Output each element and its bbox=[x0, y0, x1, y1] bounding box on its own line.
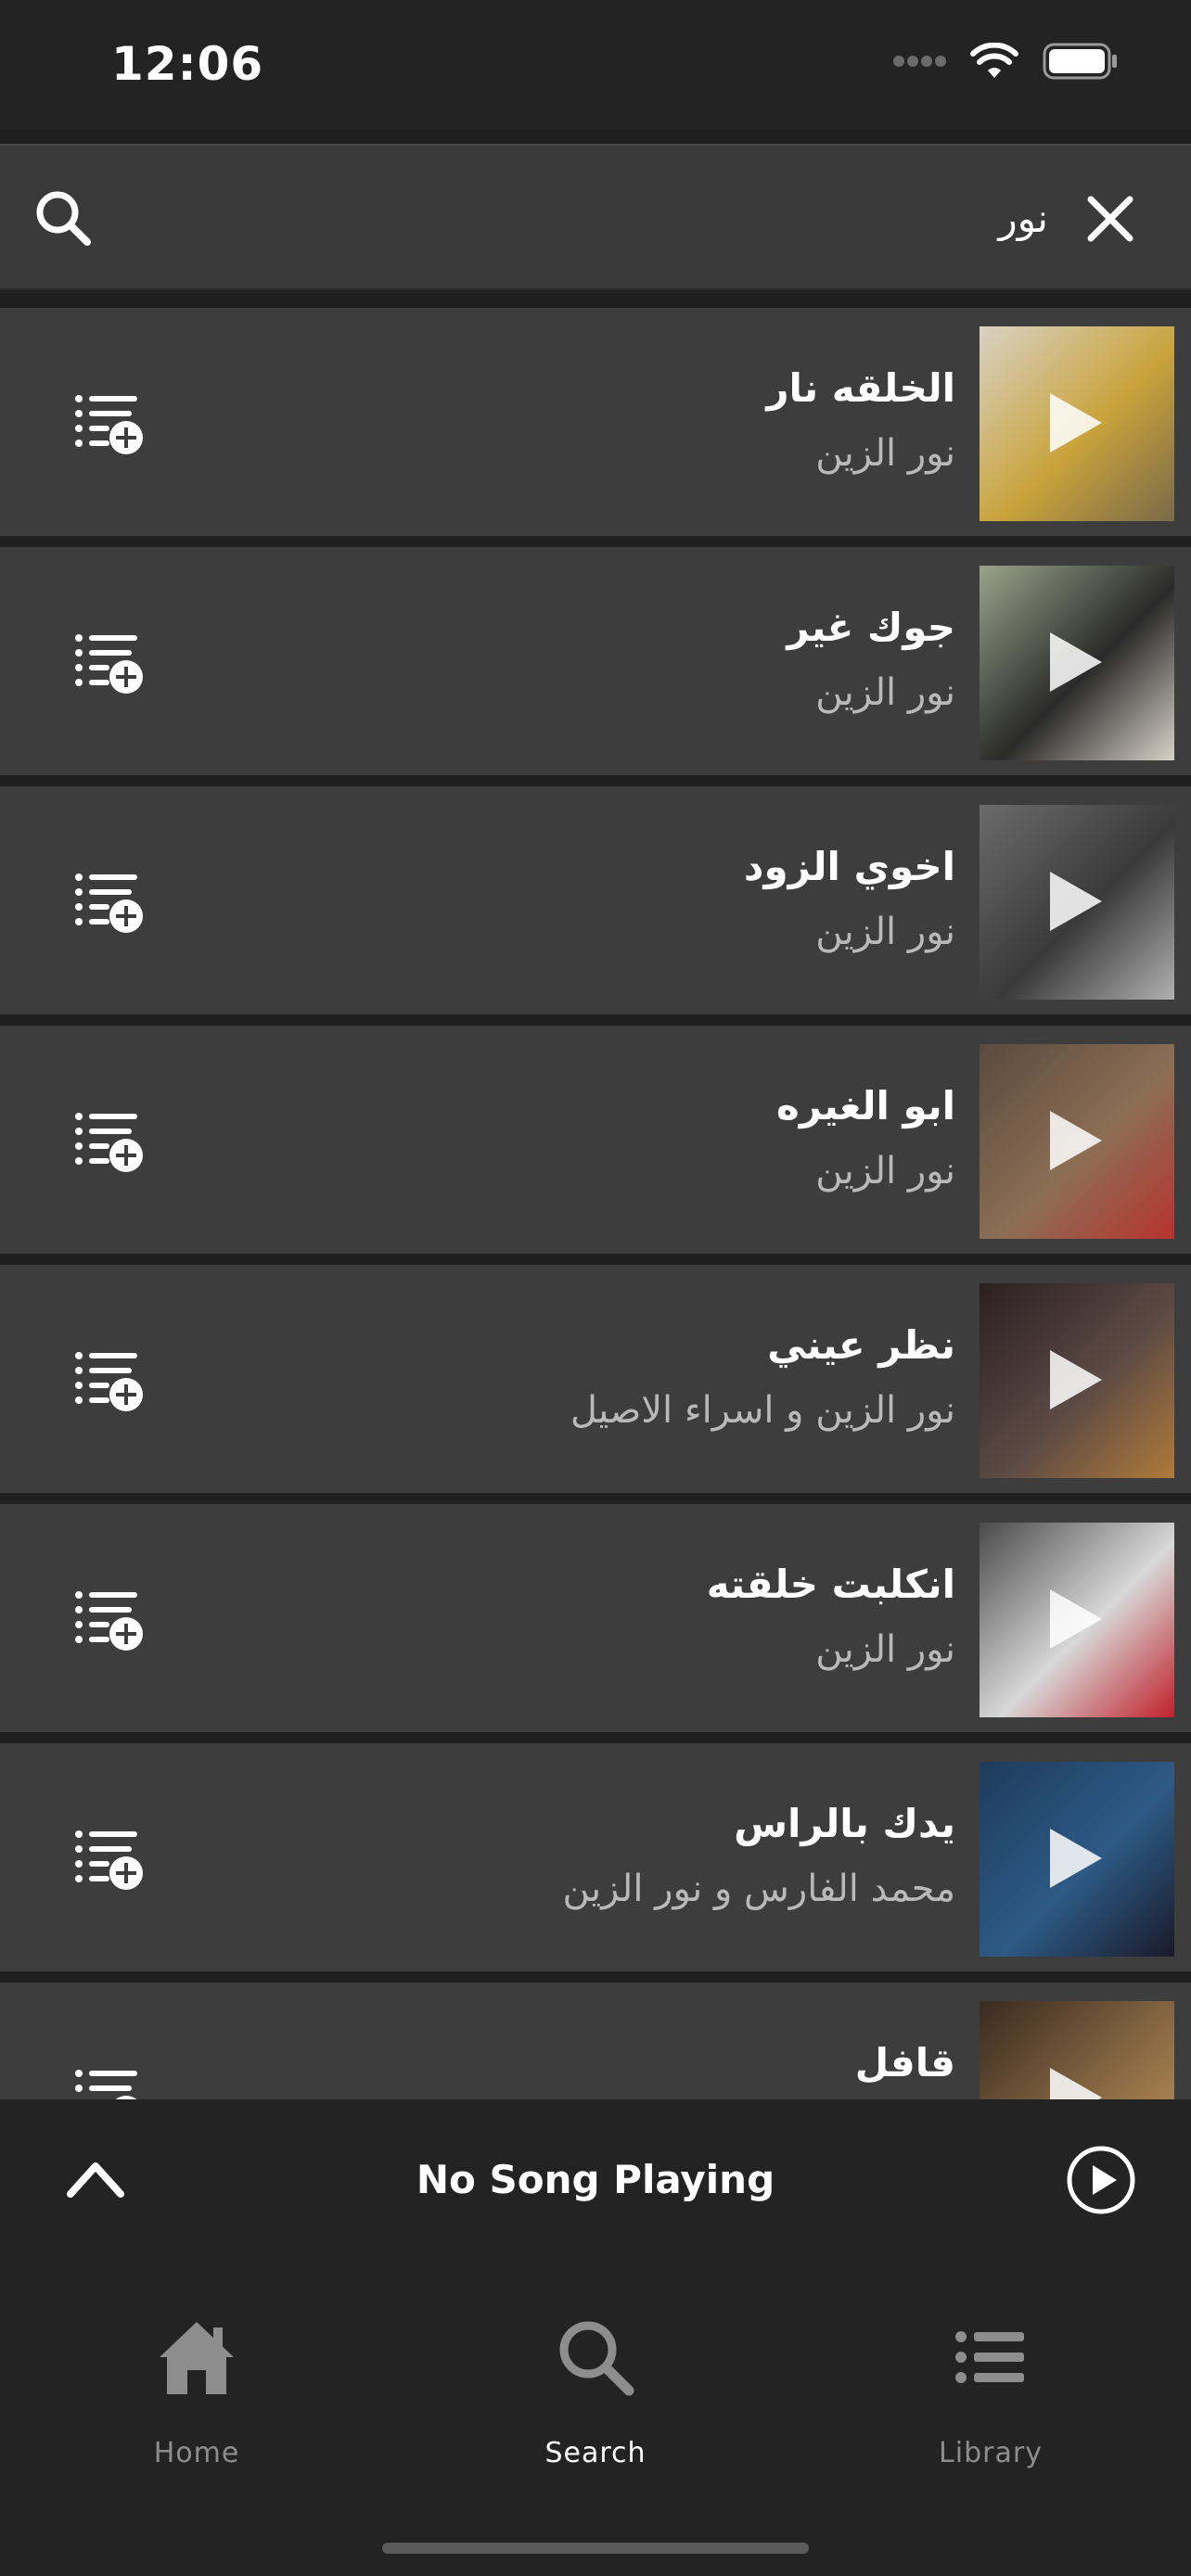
song-thumbnail[interactable] bbox=[980, 326, 1174, 521]
home-indicator bbox=[382, 2543, 809, 2554]
song-thumbnail[interactable] bbox=[980, 1523, 1174, 1717]
battery-icon bbox=[1043, 43, 1117, 80]
song-row[interactable]: نظر عيني نور الزين و اسراء الاصيل bbox=[0, 1265, 1191, 1493]
song-artist: نور الزين و اسراء الاصيل bbox=[570, 1389, 955, 1432]
play-circle-icon[interactable] bbox=[1065, 2144, 1137, 2216]
tab-bar: Home Search Library bbox=[0, 2266, 1191, 2576]
play-icon bbox=[1050, 1589, 1102, 1649]
song-row[interactable]: قافل bbox=[0, 1983, 1191, 2099]
library-icon bbox=[955, 2331, 1024, 2383]
song-artist: نور الزين bbox=[815, 1628, 955, 1671]
song-thumbnail[interactable] bbox=[980, 1283, 1174, 1478]
status-icons bbox=[892, 43, 1119, 80]
song-title: الخلقه نار bbox=[766, 365, 955, 411]
song-title: يدك بالراس bbox=[734, 1801, 955, 1846]
play-icon bbox=[1050, 632, 1102, 692]
song-row[interactable]: انكلبت خلقته نور الزين bbox=[0, 1504, 1191, 1732]
tab-search-label: Search bbox=[544, 2437, 647, 2469]
now-playing-label: No Song Playing bbox=[416, 2157, 775, 2202]
tab-library[interactable]: Library bbox=[852, 2313, 1130, 2469]
tab-home-label: Home bbox=[153, 2437, 240, 2469]
song-row[interactable]: جوك غير نور الزين bbox=[0, 547, 1191, 775]
song-thumbnail[interactable] bbox=[980, 566, 1174, 760]
status-time: 12:06 bbox=[111, 37, 264, 91]
signal-dots-icon bbox=[893, 56, 946, 67]
add-to-playlist-icon[interactable] bbox=[74, 1589, 145, 1652]
add-to-playlist-icon[interactable] bbox=[74, 1350, 145, 1413]
add-to-playlist-icon[interactable] bbox=[74, 393, 145, 456]
tab-search[interactable]: Search bbox=[456, 2313, 735, 2469]
add-to-playlist-icon[interactable] bbox=[74, 632, 145, 695]
song-title: نظر عيني bbox=[767, 1322, 955, 1368]
song-row[interactable]: اخوي الزود نور الزين bbox=[0, 786, 1191, 1014]
play-icon bbox=[1050, 2068, 1102, 2099]
song-thumbnail[interactable] bbox=[980, 1044, 1174, 1239]
song-artist: نور الزين bbox=[815, 1150, 955, 1192]
song-artist: نور الزين bbox=[815, 432, 955, 475]
play-icon bbox=[1050, 872, 1102, 931]
song-artist: محمد الفارس و نور الزين bbox=[562, 1868, 955, 1910]
add-to-playlist-icon[interactable] bbox=[74, 1111, 145, 1174]
search-bar bbox=[0, 144, 1191, 290]
results-list: الخلقه نار نور الزين جوك غير نور الزين ا… bbox=[0, 308, 1191, 2099]
play-icon bbox=[1050, 1829, 1102, 1888]
add-to-playlist-icon[interactable] bbox=[74, 2068, 145, 2099]
search-icon[interactable] bbox=[33, 188, 93, 248]
song-title: انكلبت خلقته bbox=[706, 1562, 955, 1607]
song-title: جوك غير bbox=[787, 605, 955, 650]
song-row[interactable]: ابو الغيره نور الزين bbox=[0, 1026, 1191, 1254]
play-icon bbox=[1050, 1350, 1102, 1409]
song-artist: نور الزين bbox=[815, 671, 955, 714]
play-icon bbox=[1050, 1111, 1102, 1170]
song-row[interactable]: يدك بالراس محمد الفارس و نور الزين bbox=[0, 1743, 1191, 1971]
song-row[interactable]: الخلقه نار نور الزين bbox=[0, 308, 1191, 536]
tab-home[interactable]: Home bbox=[58, 2313, 336, 2469]
mini-player[interactable]: No Song Playing bbox=[0, 2099, 1191, 2266]
search-icon bbox=[559, 2321, 634, 2396]
close-icon[interactable] bbox=[1083, 192, 1137, 246]
song-title: ابو الغيره bbox=[775, 1083, 955, 1129]
song-thumbnail[interactable] bbox=[980, 1762, 1174, 1957]
home-icon bbox=[160, 2322, 234, 2394]
song-thumbnail[interactable] bbox=[980, 2001, 1174, 2099]
search-input[interactable] bbox=[121, 173, 1048, 262]
add-to-playlist-icon[interactable] bbox=[74, 1829, 145, 1892]
status-bar: 12:06 bbox=[0, 0, 1191, 130]
wifi-icon bbox=[970, 43, 1018, 78]
song-title: اخوي الزود bbox=[743, 844, 955, 889]
search-screen: 12:06 نور الخلقه نار نور الزين جوك غير ن… bbox=[0, 0, 1191, 2576]
song-artist: نور الزين bbox=[815, 911, 955, 953]
play-icon bbox=[1050, 393, 1102, 453]
song-title: قافل bbox=[854, 2040, 955, 2085]
tab-library-label: Library bbox=[939, 2437, 1043, 2469]
song-thumbnail[interactable] bbox=[980, 805, 1174, 1000]
add-to-playlist-icon[interactable] bbox=[74, 872, 145, 935]
